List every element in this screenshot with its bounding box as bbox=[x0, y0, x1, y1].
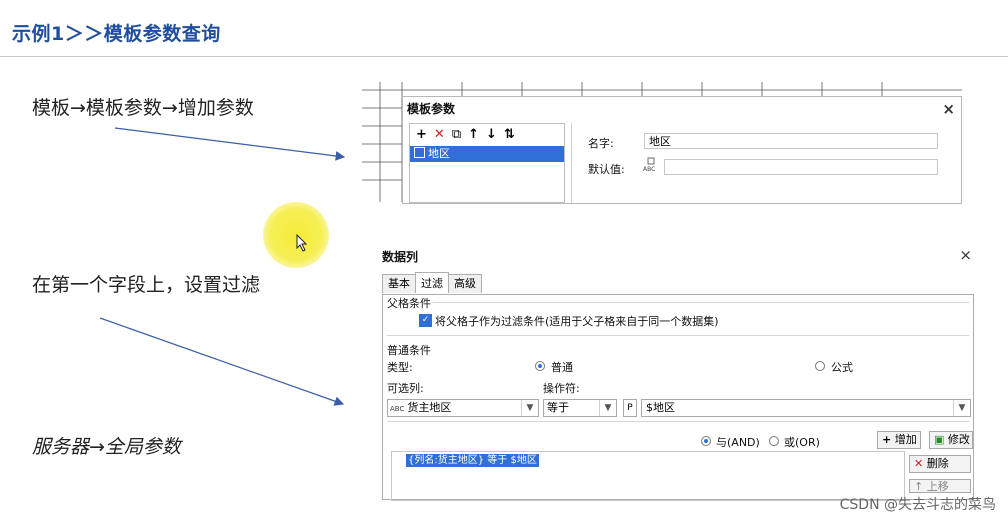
operator-select[interactable]: 等于 ▼ bbox=[543, 399, 617, 417]
param-toolbar: + ✕ ⧉ ↑ ↓ ⇅ bbox=[410, 124, 564, 144]
add-icon: + bbox=[882, 433, 892, 446]
parent-filter-checkbox-label: 将父格子作为过滤条件(适用于父子格来自于同一个数据集) bbox=[435, 315, 719, 328]
param-tree-item-label: 地区 bbox=[428, 147, 450, 160]
modify-condition-button-label: 修改 bbox=[947, 433, 970, 446]
add-icon[interactable]: + bbox=[416, 127, 427, 142]
type-label: 类型: bbox=[387, 361, 413, 374]
value-editor-icon[interactable]: ABC bbox=[642, 156, 660, 174]
type-formula-label: 公式 bbox=[831, 361, 853, 374]
default-value-label: 默认值: bbox=[588, 163, 625, 176]
delete-condition-button-label: 删除 bbox=[926, 457, 949, 470]
tab-advanced[interactable]: 高级 bbox=[448, 274, 482, 293]
move-up-button[interactable]: ↑ 上移 bbox=[909, 479, 971, 493]
template-param-title: 模板参数 bbox=[407, 102, 456, 116]
filter-panel: 父格条件 ✓ 将父格子作为过滤条件(适用于父子格来自于同一个数据集) 普通条件 … bbox=[382, 294, 974, 501]
name-label: 名字: bbox=[588, 137, 614, 150]
svg-text:ABC: ABC bbox=[643, 166, 655, 173]
operator-label: 操作符: bbox=[543, 382, 580, 395]
down-arrow-icon[interactable]: ↓ bbox=[486, 127, 497, 142]
move-up-button-label: 上移 bbox=[926, 480, 949, 493]
data-column-dialog: 数据列 × 基本 过滤 高级 父格条件 ✓ 将父格子作为过滤条件(适用于父子格来… bbox=[378, 244, 978, 502]
template-param-dialog: 模板参数 × + ✕ ⧉ ↑ ↓ ⇅ 地区 名字: 地区 默认值: ABC bbox=[402, 96, 962, 204]
column-select-value: 货主地区 bbox=[407, 401, 452, 414]
logic-or-label: 或(OR) bbox=[784, 436, 820, 449]
logic-and-radio[interactable] bbox=[701, 436, 711, 446]
column-select[interactable]: ABC 货主地区 ▼ bbox=[387, 399, 539, 417]
arrow-to-template-dialog bbox=[114, 127, 346, 161]
tab-strip: 基本 过滤 高级 bbox=[382, 272, 482, 294]
common-condition-heading: 普通条件 bbox=[387, 344, 431, 357]
modify-condition-button[interactable]: ▣ 修改 bbox=[929, 431, 973, 449]
name-input[interactable]: 地区 bbox=[644, 133, 938, 149]
param-type-icon[interactable]: P bbox=[623, 399, 637, 417]
up-arrow-icon: ↑ bbox=[914, 480, 924, 493]
type-formula-radio[interactable] bbox=[815, 361, 825, 371]
close-icon[interactable]: × bbox=[959, 246, 972, 264]
param-list-panel: + ✕ ⧉ ↑ ↓ ⇅ 地区 bbox=[409, 123, 565, 203]
param-icon bbox=[414, 147, 425, 158]
copy-icon[interactable]: ⧉ bbox=[452, 127, 461, 142]
arrow-to-data-column-dialog bbox=[99, 317, 345, 406]
divider bbox=[387, 335, 969, 336]
up-arrow-icon[interactable]: ↑ bbox=[468, 127, 479, 142]
tab-basic[interactable]: 基本 bbox=[382, 274, 416, 293]
default-value-input[interactable] bbox=[664, 159, 938, 175]
column-label: 可选列: bbox=[387, 382, 424, 395]
parent-filter-checkbox[interactable]: ✓ bbox=[419, 314, 432, 327]
delete-condition-button[interactable]: ✕ 删除 bbox=[909, 455, 971, 473]
add-condition-button-label: 增加 bbox=[894, 433, 917, 446]
chevron-down-icon: ▼ bbox=[521, 400, 538, 416]
sort-icon[interactable]: ⇅ bbox=[504, 127, 515, 142]
csdn-watermark: CSDN @失去斗志的菜鸟 bbox=[839, 497, 996, 513]
template-param-titlebar: 模板参数 × bbox=[403, 97, 961, 121]
delete-icon: ✕ bbox=[914, 457, 924, 470]
type-normal-radio[interactable] bbox=[535, 361, 545, 371]
param-value-select[interactable]: $地区 ▼ bbox=[641, 399, 971, 417]
param-detail-panel: 名字: 地区 默认值: ABC bbox=[571, 123, 958, 203]
data-column-title: 数据列 bbox=[382, 250, 419, 264]
condition-list: {列名:货主地区} 等于 $地区 bbox=[391, 451, 905, 501]
param-tree-item[interactable]: 地区 bbox=[410, 146, 564, 162]
chevron-down-icon: ▼ bbox=[599, 400, 616, 416]
param-value: $地区 bbox=[646, 401, 675, 414]
chevron-down-icon: ▼ bbox=[953, 400, 970, 416]
logic-and-label: 与(AND) bbox=[716, 436, 760, 449]
mouse-cursor-icon bbox=[296, 234, 308, 252]
logic-or-radio[interactable] bbox=[769, 436, 779, 446]
parent-condition-heading: 父格条件 bbox=[387, 297, 431, 310]
delete-icon[interactable]: ✕ bbox=[434, 127, 445, 142]
edit-icon: ▣ bbox=[934, 433, 945, 446]
tab-filter[interactable]: 过滤 bbox=[415, 272, 449, 293]
divider bbox=[387, 421, 969, 422]
divider bbox=[433, 302, 969, 303]
operator-select-value: 等于 bbox=[547, 401, 569, 414]
close-icon[interactable]: × bbox=[942, 97, 955, 121]
type-normal-label: 普通 bbox=[551, 361, 573, 374]
condition-row[interactable]: {列名:货主地区} 等于 $地区 bbox=[406, 454, 539, 467]
column-type-icon: ABC bbox=[390, 405, 405, 413]
add-condition-button[interactable]: + 增加 bbox=[877, 431, 921, 449]
